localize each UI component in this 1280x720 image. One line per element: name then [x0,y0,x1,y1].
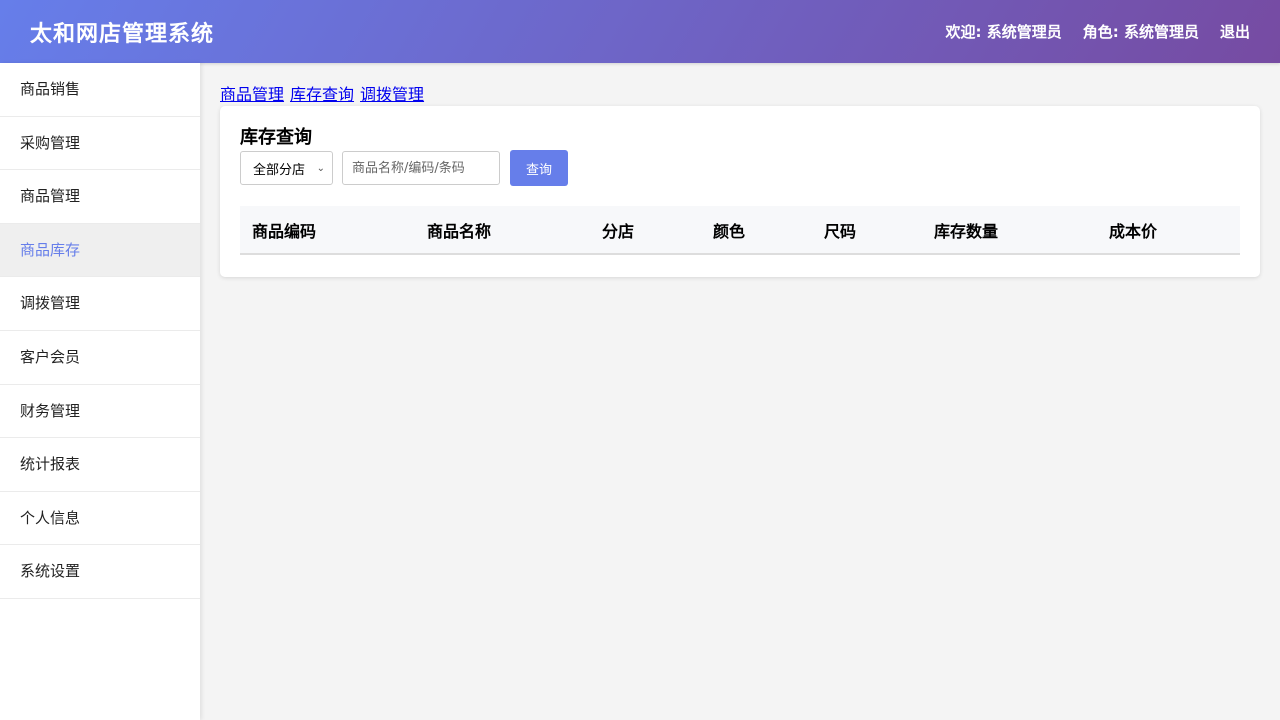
chevron-down-icon: ⌄ [316,162,325,174]
sidebar-item-reports[interactable]: 统计报表 [0,438,200,492]
welcome-text: 欢迎: 系统管理员 [945,23,1062,41]
breadcrumb-link-product-management[interactable]: 商品管理 [220,85,284,104]
sidebar-item-product-management[interactable]: 商品管理 [0,170,200,224]
store-select[interactable]: 全部分店 ⌄ [240,151,333,185]
query-button[interactable]: 查询 [510,150,568,186]
column-header-color[interactable]: 颜色 [701,206,812,254]
sidebar-item-sales[interactable]: 商品销售 [0,63,200,117]
role-text: 角色: 系统管理员 [1082,23,1199,41]
column-header-code[interactable]: 商品编码 [240,206,415,254]
sidebar: 商品销售 采购管理 商品管理 商品库存 调拨管理 客户会员 财务管理 统计报表 … [0,63,200,720]
user-area: 欢迎: 系统管理员 角色: 系统管理员 退出 [925,21,1250,42]
page-title: 库存查询 [240,127,312,148]
column-header-store[interactable]: 分店 [590,206,701,254]
column-header-name[interactable]: 商品名称 [415,206,590,254]
breadcrumb-link-inventory-query[interactable]: 库存查询 [290,85,354,104]
sidebar-item-finance[interactable]: 财务管理 [0,385,200,439]
sidebar-item-profile[interactable]: 个人信息 [0,492,200,546]
column-header-cost[interactable]: 成本价 [1097,206,1240,254]
breadcrumb-link-transfer[interactable]: 调拨管理 [360,85,424,104]
column-header-quantity[interactable]: 库存数量 [922,206,1097,254]
sidebar-item-purchase[interactable]: 采购管理 [0,117,200,171]
filter-bar: 全部分店 ⌄ 查询 [240,150,1240,186]
app-title: 太和网店管理系统 [30,21,215,47]
table-header-row: 商品编码 商品名称 分店 颜色 尺码 库存数量 成本价 [240,206,1240,254]
inventory-table: 商品编码 商品名称 分店 颜色 尺码 库存数量 成本价 [240,206,1240,255]
store-select-value: 全部分店 [253,162,306,178]
sidebar-item-transfer[interactable]: 调拨管理 [0,277,200,331]
main-content: 商品管理库存查询调拨管理 库存查询 全部分店 ⌄ 查询 商品编码 商品名称 分店… [220,63,1260,277]
sidebar-item-settings[interactable]: 系统设置 [0,545,200,599]
column-header-size[interactable]: 尺码 [812,206,922,254]
inventory-query-card: 库存查询 全部分店 ⌄ 查询 商品编码 商品名称 分店 颜色 尺码 库存数量 成… [220,106,1260,277]
search-input[interactable] [342,151,500,185]
app-header: 太和网店管理系统 欢迎: 系统管理员 角色: 系统管理员 退出 [0,0,1280,63]
sidebar-item-customers[interactable]: 客户会员 [0,331,200,385]
logout-link[interactable]: 退出 [1220,21,1250,42]
breadcrumb: 商品管理 库存查询 调拨管理 [220,84,1260,106]
sidebar-item-inventory[interactable]: 商品库存 [0,223,200,278]
